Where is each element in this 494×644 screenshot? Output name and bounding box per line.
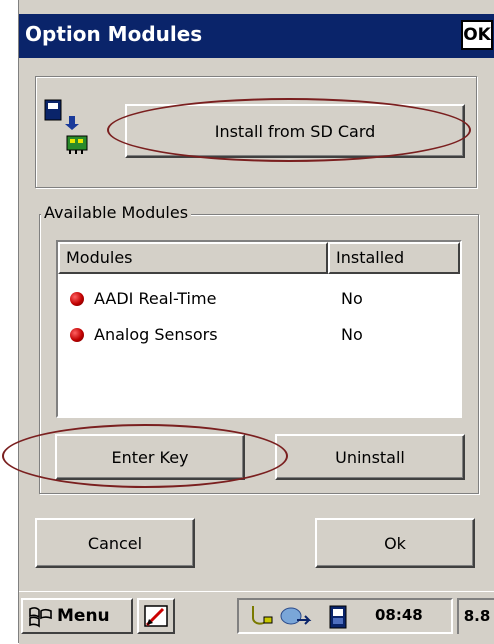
- annotation-ellipse: [2, 424, 288, 488]
- connection-icon[interactable]: [249, 604, 275, 634]
- cancel-button[interactable]: Cancel: [35, 518, 195, 568]
- menu-label: Menu: [57, 606, 110, 626]
- sd-card-icon[interactable]: [327, 605, 349, 633]
- network-icon[interactable]: [279, 604, 313, 634]
- module-name: AADI Real-Time: [94, 289, 217, 308]
- annotation-ellipse: [107, 98, 471, 162]
- sd-card-install-icon: [43, 96, 91, 160]
- uninstall-button[interactable]: Uninstall: [275, 434, 465, 480]
- title-ok-button[interactable]: OK: [461, 20, 493, 50]
- window-title: Option Modules: [25, 22, 203, 46]
- ok-button[interactable]: Ok: [315, 518, 475, 568]
- column-header-modules[interactable]: Modules: [58, 242, 328, 274]
- column-header-installed[interactable]: Installed: [328, 242, 460, 274]
- module-name: Analog Sensors: [94, 325, 218, 344]
- module-installed: No: [341, 325, 363, 344]
- status-dot-icon: [70, 328, 84, 342]
- taskbar: Menu 08:48 8.8: [19, 591, 494, 644]
- status-dot-icon: [70, 292, 84, 306]
- battery-level[interactable]: 8.8: [457, 598, 494, 634]
- task-button[interactable]: [137, 598, 175, 634]
- list-item[interactable]: AADI Real-Time No: [58, 284, 460, 314]
- module-installed: No: [341, 289, 363, 308]
- system-tray: 08:48: [237, 598, 453, 634]
- modules-list[interactable]: Modules Installed AADI Real-Time No Anal…: [56, 240, 462, 418]
- available-modules-label: Available Modules: [41, 203, 192, 222]
- start-menu-button[interactable]: Menu: [21, 598, 133, 634]
- title-bar: Option Modules OK: [19, 14, 494, 58]
- pen-icon: [143, 603, 169, 634]
- windows-flag-icon: [27, 605, 53, 634]
- option-modules-window: Option Modules OK Install from SD Card A…: [18, 0, 494, 644]
- list-item[interactable]: Analog Sensors No: [58, 320, 460, 350]
- clock[interactable]: 08:48: [375, 606, 423, 624]
